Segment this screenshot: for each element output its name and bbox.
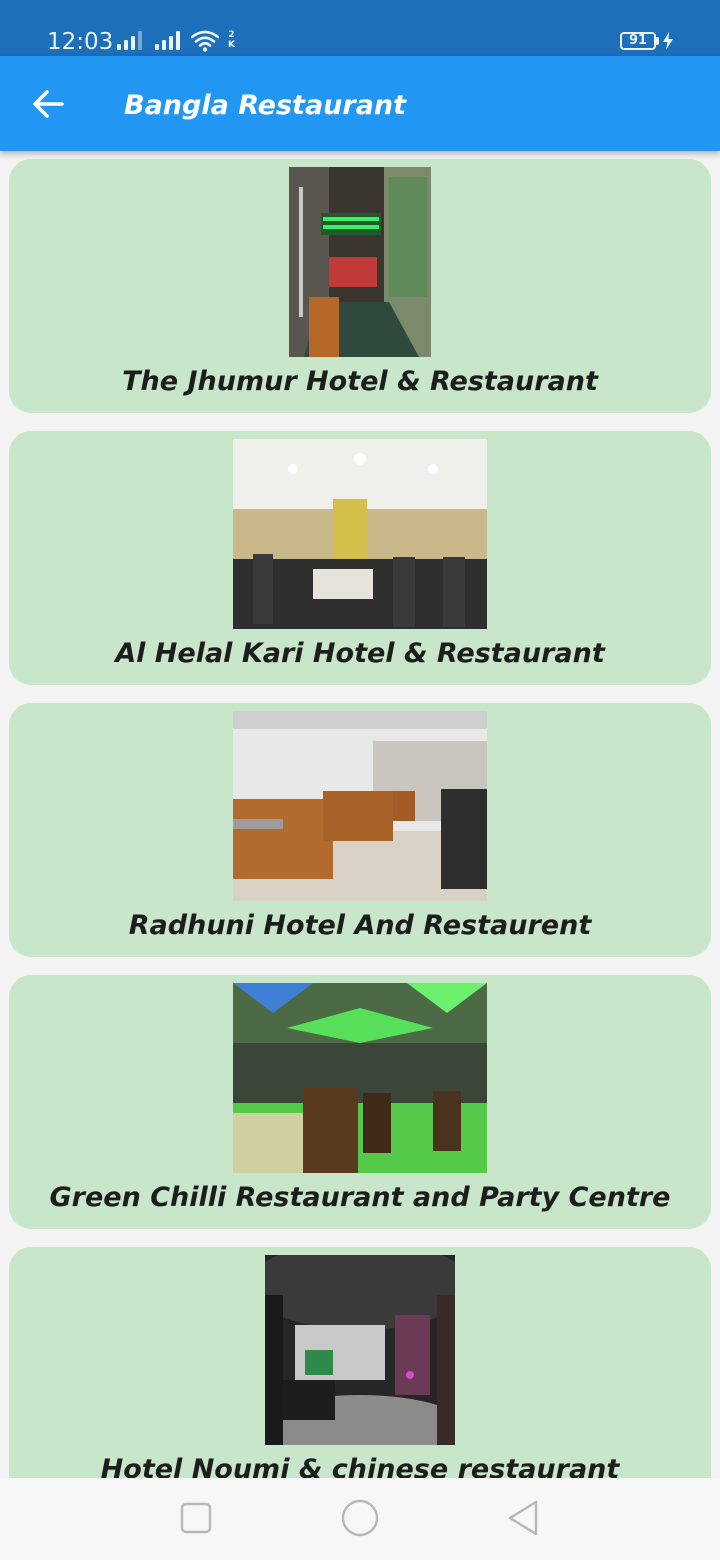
signal-icon (117, 30, 145, 50)
recent-apps-icon[interactable] (176, 1498, 216, 1538)
status-time: 12:03 (47, 29, 114, 55)
restaurant-name: Al Helal Kari Hotel & Restaurant (115, 638, 605, 669)
charging-icon (663, 32, 673, 50)
signal-icon (155, 30, 183, 50)
restaurant-card[interactable]: Green Chilli Restaurant and Party Centre (9, 975, 711, 1229)
app-bar: Bangla Restaurant (0, 56, 720, 151)
home-icon[interactable] (340, 1498, 380, 1538)
network-tag: 2 K (228, 30, 235, 50)
restaurant-card[interactable]: Radhuni Hotel And Restaurent (9, 703, 711, 957)
restaurant-name: The Jhumur Hotel & Restaurant (122, 366, 598, 397)
restaurant-image (233, 711, 487, 901)
system-nav-bar (0, 1478, 720, 1560)
restaurant-name: Green Chilli Restaurant and Party Centre (49, 1182, 671, 1213)
page-title: Bangla Restaurant (124, 90, 407, 121)
status-bar: 12:03 2 K 91 (0, 0, 720, 56)
back-triangle-icon[interactable] (504, 1498, 544, 1538)
restaurant-card[interactable]: Hotel Noumi & chinese restaurant (9, 1247, 711, 1478)
arrow-left-icon[interactable] (30, 86, 66, 122)
restaurant-name: Radhuni Hotel And Restaurent (128, 910, 592, 941)
restaurant-card[interactable]: The Jhumur Hotel & Restaurant (9, 159, 711, 413)
restaurant-card[interactable]: Al Helal Kari Hotel & Restaurant (9, 431, 711, 685)
restaurant-image (265, 1255, 455, 1445)
battery-tip (656, 37, 659, 45)
battery-level: 91 (628, 33, 648, 48)
restaurant-list[interactable]: The Jhumur Hotel & Restaurant Al Helal K… (0, 151, 720, 1478)
restaurant-image (233, 983, 487, 1173)
wifi-icon (191, 30, 219, 52)
restaurant-image (289, 167, 431, 357)
battery-icon: 91 (620, 32, 656, 50)
restaurant-name: Hotel Noumi & chinese restaurant (100, 1454, 620, 1478)
restaurant-image (233, 439, 487, 629)
